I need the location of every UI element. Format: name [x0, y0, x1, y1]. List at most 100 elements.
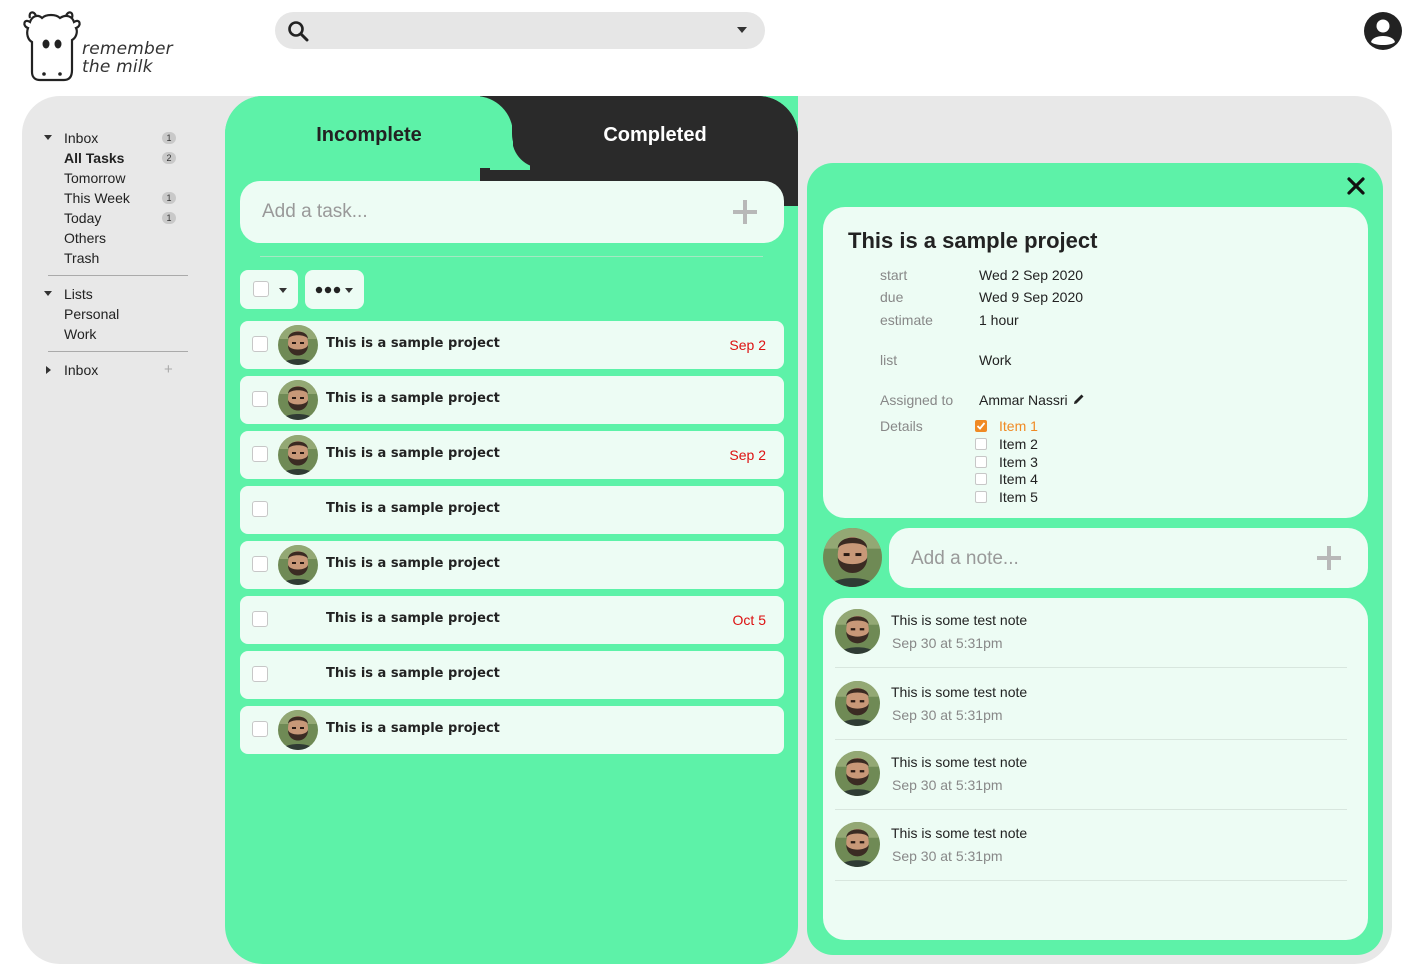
sidebar-item-this-week[interactable]: This Week 1	[40, 188, 190, 208]
chevron-down-icon[interactable]	[279, 288, 287, 293]
tab-incomplete[interactable]: Incomplete	[225, 96, 513, 168]
add-list-icon[interactable]: +	[164, 360, 173, 380]
note-item[interactable]: This is some test note Sep 30 at 5:31pm	[835, 670, 1347, 740]
sidebar-item-others[interactable]: Others	[40, 228, 190, 248]
note-item[interactable]: This is some test note Sep 30 at 5:31pm	[835, 598, 1347, 668]
chevron-down-icon[interactable]	[345, 288, 353, 293]
task-title[interactable]: This is a sample project	[326, 666, 500, 681]
tab-completed[interactable]: Completed	[512, 96, 798, 164]
add-note-input[interactable]	[911, 546, 1291, 572]
task-due-date: Sep 2	[729, 447, 766, 463]
sidebar-item-all-tasks[interactable]: All Tasks 2	[40, 148, 190, 168]
avatar	[835, 822, 880, 867]
add-note-box[interactable]	[889, 528, 1368, 588]
add-task-input[interactable]	[262, 199, 702, 225]
avatar	[835, 751, 880, 796]
pencil-icon[interactable]	[1073, 393, 1085, 405]
sidebar-item-today[interactable]: Today 1	[40, 208, 190, 228]
start-value[interactable]: Wed 2 Sep 2020	[979, 267, 1083, 283]
note-text: This is some test note	[891, 825, 1028, 841]
user-account-icon[interactable]	[1363, 11, 1403, 51]
checklist-label: Item 1	[999, 418, 1038, 434]
task-row[interactable]: This is a sample project Oct 5	[240, 596, 784, 644]
task-title[interactable]: This is a sample project	[326, 556, 500, 571]
task-row[interactable]: This is a sample project	[240, 706, 784, 754]
due-value[interactable]: Wed 9 Sep 2020	[979, 289, 1083, 305]
note-item[interactable]: This is some test note Sep 30 at 5:31pm	[835, 740, 1347, 810]
task-checkbox[interactable]	[252, 556, 268, 572]
logo-text: remember the milk	[82, 40, 173, 76]
divider	[260, 256, 763, 257]
app-logo[interactable]: remember the milk	[20, 10, 180, 85]
sidebar-item-work[interactable]: Work	[40, 324, 190, 344]
more-actions-dropdown[interactable]	[305, 270, 364, 309]
task-title[interactable]: This is a sample project	[326, 336, 500, 351]
task-title[interactable]: This is a sample project	[326, 611, 500, 626]
list-value[interactable]: Work	[979, 352, 1011, 368]
task-row[interactable]: This is a sample project Sep 2	[240, 321, 784, 369]
task-title[interactable]: This is a sample project	[326, 391, 500, 406]
details-label: Details	[880, 418, 923, 434]
search-bar[interactable]	[275, 12, 765, 49]
avatar	[823, 528, 882, 587]
collapse-triangle-icon[interactable]	[44, 291, 52, 296]
task-checkbox[interactable]	[252, 611, 268, 627]
task-row[interactable]: This is a sample project	[240, 651, 784, 699]
more-dots-icon[interactable]	[315, 286, 341, 294]
sidebar: Inbox 1 All Tasks 2 Tomorrow This Week 1…	[40, 128, 190, 380]
sidebar-section-inbox[interactable]: Inbox 1	[40, 128, 190, 148]
task-checkbox[interactable]	[252, 501, 268, 517]
sidebar-divider	[48, 351, 188, 352]
checklist-label: Item 4	[999, 471, 1038, 487]
task-checkbox[interactable]	[252, 446, 268, 462]
checklist-checkbox[interactable]	[975, 420, 987, 432]
task-row[interactable]: This is a sample project	[240, 486, 784, 534]
task-title[interactable]: This is a sample project	[326, 446, 500, 461]
search-icon[interactable]	[287, 20, 309, 42]
detail-title[interactable]: This is a sample project	[848, 228, 1097, 254]
expand-triangle-icon[interactable]	[46, 366, 51, 374]
checklist-checkbox[interactable]	[975, 491, 987, 503]
avatar	[278, 435, 318, 475]
sidebar-item-label: All Tasks	[64, 150, 125, 166]
select-all-dropdown[interactable]	[240, 270, 298, 309]
task-due-date: Oct 5	[732, 612, 766, 628]
select-all-checkbox[interactable]	[253, 281, 269, 297]
add-task-box[interactable]	[240, 181, 784, 243]
sidebar-item-tomorrow[interactable]: Tomorrow	[40, 168, 190, 188]
task-title[interactable]: This is a sample project	[326, 501, 500, 516]
close-icon[interactable]	[1346, 176, 1366, 196]
count-badge: 1	[162, 212, 176, 224]
sidebar-section-lists[interactable]: Lists	[40, 284, 190, 304]
assigned-value[interactable]: Ammar Nassri	[979, 392, 1068, 408]
task-title[interactable]: This is a sample project	[326, 721, 500, 736]
note-item[interactable]: This is some test note Sep 30 at 5:31pm	[835, 811, 1347, 881]
logo-line2: the milk	[82, 57, 153, 77]
logo-line1: remember	[82, 39, 173, 59]
task-row[interactable]: This is a sample project Sep 2	[240, 431, 784, 479]
task-due-date: Sep 2	[729, 337, 766, 353]
plus-icon[interactable]	[1316, 545, 1342, 571]
checklist-checkbox[interactable]	[975, 456, 987, 468]
task-checkbox[interactable]	[252, 666, 268, 682]
checklist-checkbox[interactable]	[975, 473, 987, 485]
sidebar-item-trash[interactable]: Trash	[40, 248, 190, 268]
task-checkbox[interactable]	[252, 336, 268, 352]
collapse-triangle-icon[interactable]	[44, 135, 52, 140]
task-row[interactable]: This is a sample project	[240, 541, 784, 589]
task-row[interactable]: This is a sample project	[240, 376, 784, 424]
checklist-checkbox[interactable]	[975, 438, 987, 450]
list-label: list	[880, 352, 898, 368]
estimate-value[interactable]: 1 hour	[979, 312, 1019, 328]
task-checkbox[interactable]	[252, 391, 268, 407]
avatar-photo-icon	[278, 545, 318, 585]
sidebar-section-inbox-collapsed[interactable]: Inbox +	[40, 360, 190, 380]
sidebar-item-label: Work	[64, 326, 97, 342]
chevron-down-icon[interactable]	[737, 27, 747, 33]
sidebar-item-personal[interactable]: Personal	[40, 304, 190, 324]
checklist-label: Item 2	[999, 436, 1038, 452]
avatar-photo-icon	[835, 751, 880, 796]
search-input[interactable]	[319, 18, 719, 43]
task-checkbox[interactable]	[252, 721, 268, 737]
plus-icon[interactable]	[732, 199, 758, 225]
